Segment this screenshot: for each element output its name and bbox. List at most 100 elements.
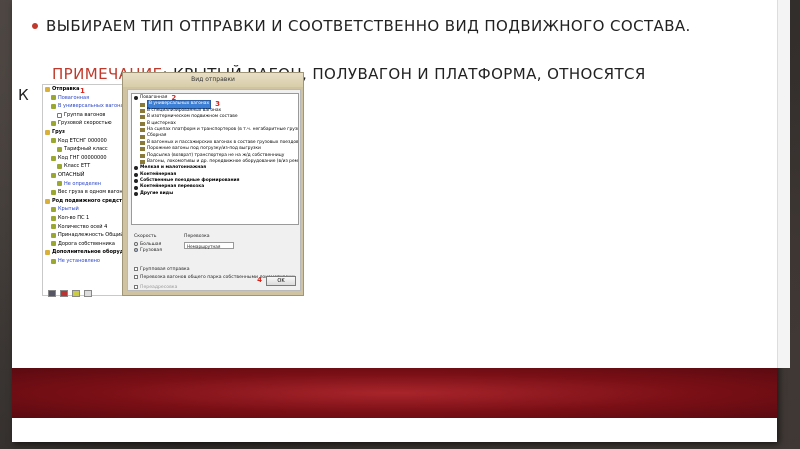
- category-bullet-icon: [134, 96, 138, 101]
- tree-row[interactable]: Класс ЕТТ: [43, 162, 131, 171]
- tree-row[interactable]: Количество осей 4: [43, 223, 131, 232]
- dispatch-type-label: На сцепах платформ и транспортеров (в т.…: [147, 126, 299, 132]
- tree-row[interactable]: Крытый: [43, 205, 131, 214]
- wagon-icon: [140, 121, 145, 126]
- decorative-red-band: [12, 368, 777, 418]
- tree-panel: Отправка Повагонная В универсальных вагона…: [42, 84, 132, 296]
- toolbar-icon[interactable]: [84, 289, 92, 297]
- category-bullet-icon: [134, 192, 138, 197]
- speed-option-label: Грузовая: [140, 247, 162, 253]
- tree-row[interactable]: Дорога собственника: [43, 240, 131, 249]
- node-icon: [51, 103, 56, 109]
- folder-icon: [45, 198, 50, 204]
- speed-group: Скорость Большая Грузовая: [134, 234, 178, 264]
- node-icon: [51, 172, 56, 178]
- dispatch-type-item[interactable]: Другие виды: [132, 191, 298, 197]
- node-icon: [57, 181, 62, 187]
- dialog-body: Повагонная 2 В универсальных вагонах 3 В спе…: [127, 89, 301, 291]
- wagon-icon: [140, 134, 145, 139]
- group-dispatch-checkbox[interactable]: Групповая отправка: [134, 266, 190, 272]
- toolbar-icon[interactable]: [72, 289, 80, 297]
- tree-row[interactable]: Не определен: [43, 180, 131, 189]
- dispatch-type-list[interactable]: Повагонная 2 В универсальных вагонах 3 В спе…: [131, 93, 299, 225]
- ok-button[interactable]: OK: [266, 276, 296, 286]
- tree-row-label: В универсальных вагонах: [58, 103, 127, 110]
- tree-row-label: Кол-во ПС 1: [58, 214, 90, 221]
- tree-row[interactable]: ОПАСНЫЙ: [43, 171, 131, 180]
- readdress-checkbox: Переадресовка: [134, 284, 177, 290]
- tree-row[interactable]: Дополнительное оборудование: [43, 248, 131, 257]
- tree-row-label: Принадлежность Общий: [58, 232, 124, 239]
- wagon-icon: [140, 160, 145, 165]
- checkbox-icon: [57, 112, 62, 118]
- tree-row[interactable]: Не установлено: [43, 257, 131, 266]
- wagon-icon: [140, 108, 145, 113]
- transport-select[interactable]: Немаршрутная: [184, 242, 234, 249]
- wagon-icon: [140, 140, 145, 145]
- tree-row-label: Вес груза в одном вагоне: [58, 189, 126, 196]
- tree-row-label: Дорога собственника: [58, 240, 115, 247]
- category-bullet-icon: [134, 166, 138, 171]
- wagon-icon: [140, 102, 145, 107]
- node-icon: [51, 121, 56, 127]
- checkbox-icon[interactable]: [134, 275, 138, 279]
- tree-row-label: Группа вагонов: [64, 111, 106, 118]
- node-icon: [51, 258, 56, 264]
- tree-row[interactable]: Грузовой скоростью: [43, 119, 131, 128]
- node-icon: [51, 155, 56, 161]
- tree-row-label: Количество осей 4: [58, 223, 108, 230]
- node-icon: [51, 224, 56, 230]
- transport-group: Перевозка Немаршрутная: [184, 234, 298, 264]
- node-icon: [57, 164, 62, 170]
- tree-row-label: Крытый: [58, 206, 79, 213]
- node-icon: [57, 146, 62, 152]
- tree-row[interactable]: В универсальных вагонах: [43, 102, 131, 111]
- tree-row-label: Тарифный класс: [64, 146, 108, 153]
- tree-row[interactable]: Кол-во ПС 1: [43, 214, 131, 223]
- slide-side-bar: [777, 0, 790, 368]
- checkbox-icon[interactable]: [134, 267, 138, 271]
- checkbox-label: Переадресовка: [140, 284, 178, 290]
- speed-label: Скорость: [134, 234, 157, 239]
- tree-row-label: Класс ЕТТ: [64, 163, 91, 170]
- tree-row[interactable]: Вес груза в одном вагоне: [43, 188, 131, 197]
- tree-row[interactable]: Род подвижного средства: [43, 197, 131, 206]
- tree-row[interactable]: Код ЕТСНГ 000000: [43, 137, 131, 146]
- tree-row-label: Груз: [52, 128, 65, 135]
- folder-icon: [45, 86, 50, 92]
- checkbox-label: Групповая отправка: [140, 266, 190, 272]
- toolbar-icon[interactable]: [48, 289, 56, 297]
- wagon-icon: [140, 128, 145, 133]
- node-icon: [51, 232, 56, 238]
- tree-toolbar: [42, 288, 132, 298]
- folder-icon: [45, 129, 50, 135]
- wagon-icon: [140, 147, 145, 152]
- tree-row[interactable]: Код ГНГ 00000000: [43, 154, 131, 163]
- tree-row[interactable]: Принадлежность Общий: [43, 231, 131, 240]
- speed-option-label: Большая: [140, 241, 162, 247]
- marker-1: 1: [80, 87, 85, 95]
- dispatch-type-label: Другие виды: [140, 190, 174, 196]
- tree-row[interactable]: Тарифный класс: [43, 145, 131, 154]
- tree-row[interactable]: Отправка: [43, 85, 131, 94]
- tree-row[interactable]: Груз: [43, 128, 131, 137]
- tree-row-label: Отправка: [52, 86, 80, 92]
- tree-row-label: ОПАСНЫЙ: [58, 171, 85, 178]
- tree-row-label: Дополнительное оборудование: [52, 249, 131, 256]
- toolbar-icon[interactable]: [60, 289, 68, 297]
- dialog-title: Вид отправки: [123, 73, 303, 87]
- tree-row[interactable]: Группа вагонов: [43, 111, 131, 120]
- checkbox-icon: [134, 285, 138, 289]
- tree-row-label: Род подвижного средства: [52, 197, 129, 204]
- speed-option-cargo[interactable]: Грузовая: [134, 247, 178, 253]
- tree-row-label: Грузовой скоростью: [58, 120, 112, 127]
- radio-icon[interactable]: [134, 242, 138, 246]
- tree-row-label: Код ЕТСНГ 000000: [58, 137, 107, 144]
- folder-icon: [45, 250, 50, 256]
- wagon-icon: [140, 115, 145, 120]
- node-icon: [51, 241, 56, 247]
- radio-selected-icon[interactable]: [134, 248, 138, 252]
- tree-row[interactable]: Повагонная: [43, 94, 131, 103]
- category-bullet-icon: [134, 185, 138, 190]
- bullet-dot-icon: [32, 23, 38, 29]
